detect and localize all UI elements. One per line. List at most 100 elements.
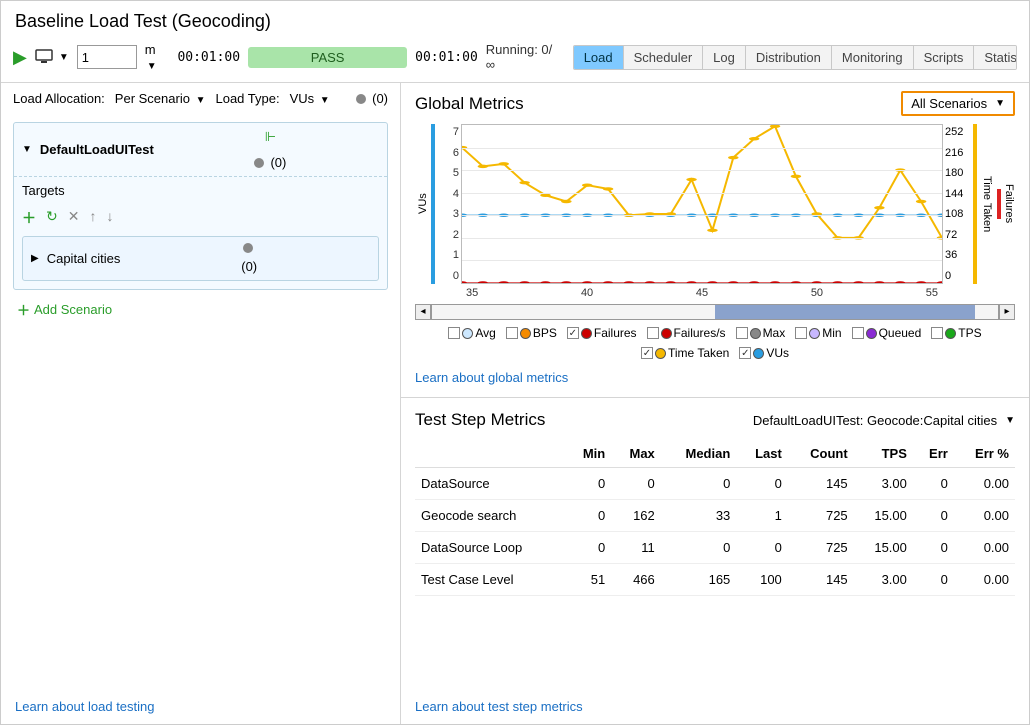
legend-color-dot	[945, 328, 956, 339]
duration-input[interactable]	[77, 45, 137, 69]
load-type-label: Load Type:	[215, 91, 279, 106]
running-count: Running: 0/∞	[486, 42, 557, 72]
legend-label: Failures/s	[674, 326, 726, 340]
legend-item-queued[interactable]: Queued	[852, 326, 922, 340]
col-header: Median	[661, 440, 737, 468]
col-header: Last	[736, 440, 788, 468]
chevron-down-icon: ▼	[320, 95, 330, 106]
legend-color-dot	[753, 348, 764, 359]
scenario-card: ▼ DefaultLoadUITest ⊩ (0) Targets ＋ ↻ ✕ …	[13, 122, 388, 290]
legend-checkbox[interactable]	[567, 327, 579, 339]
load-type-dropdown[interactable]: VUs ▼	[290, 91, 330, 106]
tab-log[interactable]: Log	[702, 46, 745, 69]
chevron-down-icon: ▼	[59, 52, 69, 63]
legend-checkbox[interactable]	[506, 327, 518, 339]
tab-scripts[interactable]: Scripts	[913, 46, 974, 69]
scenario-name[interactable]: DefaultLoadUITest	[40, 142, 154, 157]
legend-label: BPS	[533, 326, 557, 340]
tab-statistics[interactable]: Statistics	[973, 46, 1017, 69]
col-header: Err %	[954, 440, 1015, 468]
monitor-icon	[35, 49, 55, 65]
load-allocation-dropdown[interactable]: Per Scenario ▼	[115, 91, 206, 106]
legend-checkbox[interactable]	[852, 327, 864, 339]
table-row: Test Case Level514661651001453.0000.00	[415, 564, 1015, 596]
chevron-down-icon: ▼	[1005, 415, 1015, 426]
target-name: Capital cities	[47, 251, 121, 266]
legend-item-vus[interactable]: VUs	[739, 346, 789, 360]
col-header: Err	[913, 440, 954, 468]
legend-label: Time Taken	[668, 346, 729, 360]
col-header: Count	[788, 440, 854, 468]
collapse-icon[interactable]: ▼	[22, 144, 32, 155]
col-header: TPS	[854, 440, 913, 468]
legend-checkbox[interactable]	[736, 327, 748, 339]
add-scenario-button[interactable]: ＋Add Scenario	[13, 290, 388, 329]
legend-color-dot	[750, 328, 761, 339]
legend-item-timetaken[interactable]: Time Taken	[641, 346, 729, 360]
tab-load[interactable]: Load	[574, 46, 623, 69]
vu-count-indicator: (0)	[356, 91, 388, 106]
elapsed-time-right: 00:01:00	[415, 50, 478, 65]
legend-color-dot	[809, 328, 820, 339]
delete-target-button[interactable]: ✕	[68, 208, 80, 228]
legend-checkbox[interactable]	[739, 347, 751, 359]
legend-item-failuress[interactable]: Failures/s	[647, 326, 726, 340]
elapsed-time-left: 00:01:00	[177, 50, 240, 65]
legend-item-max[interactable]: Max	[736, 326, 786, 340]
load-profile-icon[interactable]: ⊩	[265, 129, 276, 145]
add-target-button[interactable]: ＋	[22, 208, 36, 228]
legend-checkbox[interactable]	[931, 327, 943, 339]
legend-checkbox[interactable]	[641, 347, 653, 359]
learn-global-metrics-link[interactable]: Learn about global metrics	[415, 366, 1015, 389]
tab-scheduler[interactable]: Scheduler	[623, 46, 703, 69]
col-header	[415, 440, 565, 468]
chevron-down-icon: ▼	[995, 98, 1005, 109]
legend-checkbox[interactable]	[647, 327, 659, 339]
move-up-button[interactable]: ↑	[89, 208, 96, 228]
legend-label: Failures	[594, 326, 637, 340]
scroll-right-button[interactable]: ▸	[999, 304, 1015, 320]
move-down-button[interactable]: ↓	[106, 208, 113, 228]
legend-item-bps[interactable]: BPS	[506, 326, 557, 340]
legend-label: Min	[822, 326, 841, 340]
legend-color-dot	[661, 328, 672, 339]
play-button[interactable]: ▶	[13, 48, 27, 66]
tab-distribution[interactable]: Distribution	[745, 46, 831, 69]
y-right-axis-label: Time Taken	[979, 124, 993, 284]
target-row[interactable]: ▶ Capital cities (0)	[22, 236, 379, 281]
legend-checkbox[interactable]	[795, 327, 807, 339]
expand-icon[interactable]: ▶	[31, 253, 39, 264]
tab-monitoring[interactable]: Monitoring	[831, 46, 913, 69]
legend-label: Avg	[475, 326, 495, 340]
chevron-down-icon: ▼	[147, 61, 157, 72]
test-step-selector[interactable]: DefaultLoadUITest: Geocode:Capital citie…	[753, 413, 1015, 428]
duration-unit-dropdown[interactable]: m ▼	[145, 42, 170, 72]
chart-legend: Avg BPS Failures Failures/s Max Min Queued TPS T…	[415, 320, 1015, 366]
scroll-left-button[interactable]: ◂	[415, 304, 431, 320]
target-vu-count: (0)	[241, 259, 257, 274]
load-allocation-label: Load Allocation:	[13, 91, 105, 106]
legend-color-dot	[462, 328, 473, 339]
monitor-dropdown[interactable]: ▼	[35, 49, 69, 65]
test-step-metrics-title: Test Step Metrics	[415, 410, 753, 430]
chart-scrollbar[interactable]: ◂ ▸	[415, 304, 1015, 320]
metrics-table: MinMaxMedianLastCountTPSErrErr % DataSou…	[415, 440, 1015, 596]
col-header: Min	[565, 440, 611, 468]
legend-color-dot	[581, 328, 592, 339]
legend-label: Queued	[879, 326, 922, 340]
legend-item-failures[interactable]: Failures	[567, 326, 637, 340]
learn-load-testing-link[interactable]: Learn about load testing	[1, 689, 400, 724]
tabs: LoadSchedulerLogDistributionMonitoringSc…	[573, 45, 1017, 70]
legend-item-tps[interactable]: TPS	[931, 326, 981, 340]
legend-checkbox[interactable]	[448, 327, 460, 339]
legend-item-avg[interactable]: Avg	[448, 326, 495, 340]
global-metrics-chart: VUs 76543210 3540455055 2522161801441087…	[415, 124, 1015, 284]
learn-test-step-metrics-link[interactable]: Learn about test step metrics	[401, 689, 1029, 724]
targets-label: Targets	[14, 177, 387, 204]
scroll-thumb[interactable]	[715, 305, 975, 319]
clone-target-button[interactable]: ↻	[46, 208, 58, 228]
legend-label: TPS	[958, 326, 981, 340]
table-row: DataSource Loop0110072515.0000.00	[415, 532, 1015, 564]
legend-item-min[interactable]: Min	[795, 326, 841, 340]
all-scenarios-dropdown[interactable]: All Scenarios▼	[901, 91, 1015, 116]
